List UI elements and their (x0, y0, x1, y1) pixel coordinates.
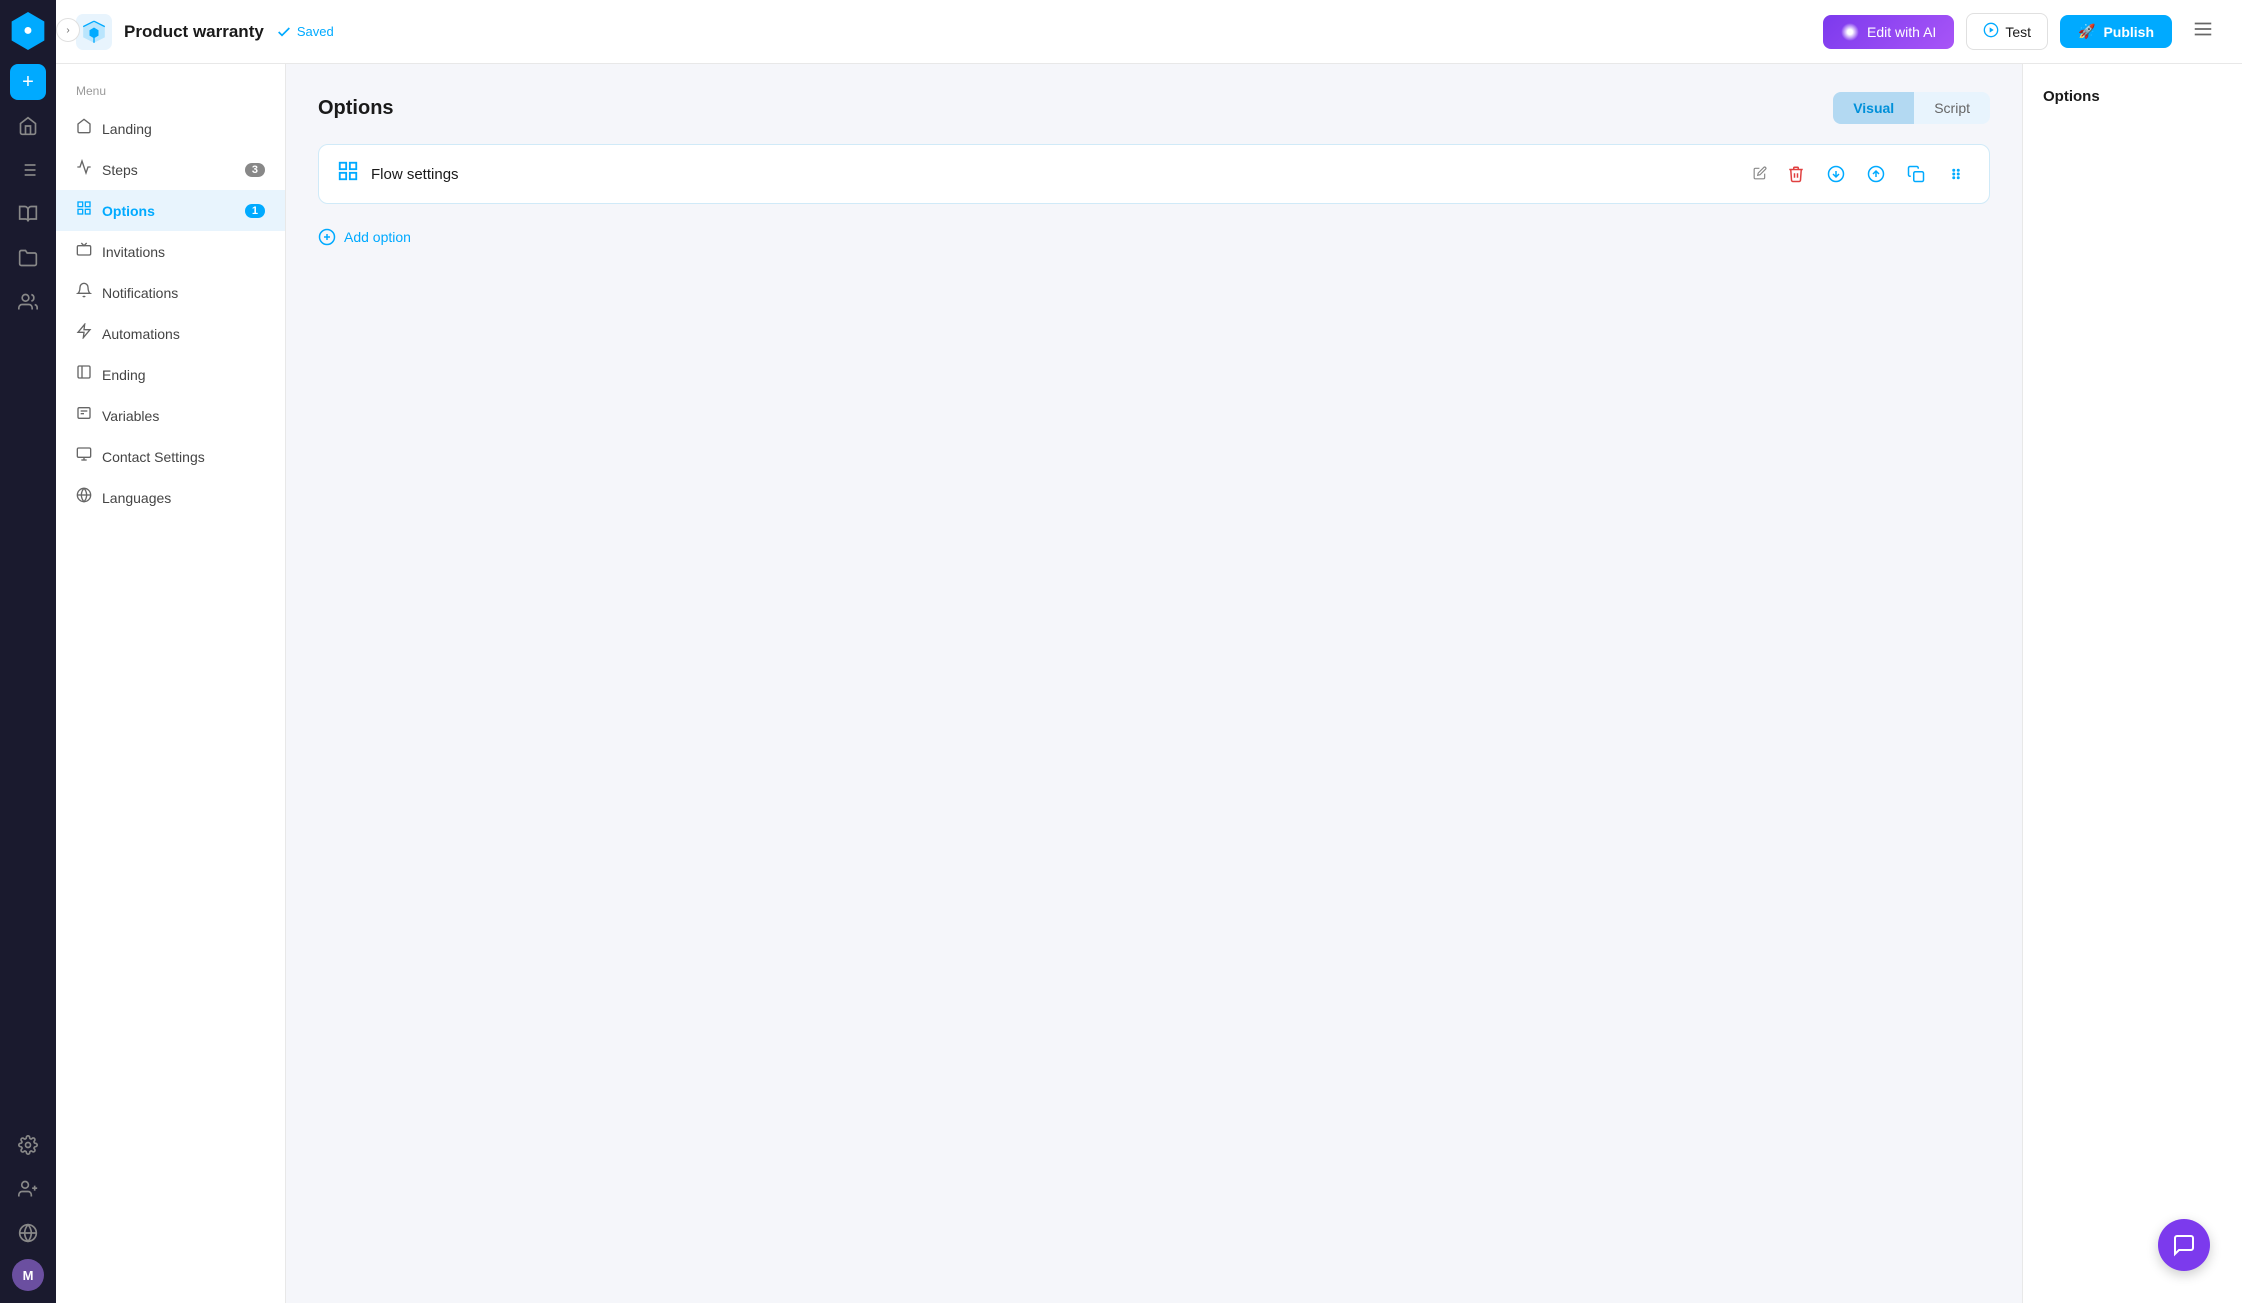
steps-icon (76, 159, 92, 180)
avatar[interactable]: M (12, 1259, 44, 1291)
header-logo (76, 14, 112, 50)
list-icon[interactable] (10, 152, 46, 188)
test-label: Test (2005, 24, 2031, 40)
sidebar-item-options[interactable]: Options 1 (56, 190, 285, 231)
book-icon[interactable] (10, 196, 46, 232)
automations-label: Automations (102, 326, 180, 342)
sidebar-item-languages[interactable]: Languages (56, 477, 285, 518)
duplicate-button[interactable] (1901, 159, 1931, 189)
tab-visual[interactable]: Visual (1833, 92, 1914, 124)
right-panel-title: Options (2043, 88, 2222, 105)
flow-settings-title: Flow settings (371, 166, 1739, 183)
saved-label: Saved (297, 24, 334, 39)
variables-label: Variables (102, 408, 159, 424)
landing-icon (76, 118, 92, 139)
ai-sparkle-icon (1841, 23, 1859, 41)
contacts-icon[interactable] (10, 284, 46, 320)
flow-card-actions (1781, 159, 1971, 189)
automations-icon (76, 323, 92, 344)
invitations-label: Invitations (102, 244, 165, 260)
steps-label: Steps (102, 162, 138, 178)
delete-flow-button[interactable] (1781, 159, 1811, 189)
home-icon[interactable] (10, 108, 46, 144)
play-icon (1983, 22, 1999, 41)
options-icon (76, 200, 92, 221)
collapse-sidebar-button[interactable]: › (56, 18, 80, 42)
notifications-icon (76, 282, 92, 303)
variables-icon (76, 405, 92, 426)
header: Product warranty Saved Edit with AI Test… (56, 0, 2242, 64)
edit-flow-settings-button[interactable] (1751, 164, 1769, 185)
flow-settings-icon (337, 160, 359, 188)
edit-with-ai-button[interactable]: Edit with AI (1823, 15, 1954, 49)
panel-title: Options (318, 97, 394, 120)
ending-icon (76, 364, 92, 385)
globe-icon[interactable] (10, 1215, 46, 1251)
page-title: Product warranty (124, 22, 264, 42)
move-up-button[interactable] (1861, 159, 1891, 189)
tab-script[interactable]: Script (1914, 92, 1990, 124)
publish-button[interactable]: 🚀 Publish (2060, 15, 2172, 48)
main-panel: Options Visual Script Flow settings (286, 64, 2022, 1303)
rocket-icon: 🚀 (2078, 23, 2095, 40)
panel-header: Options Visual Script (318, 92, 1990, 124)
chat-support-button[interactable] (2158, 1219, 2210, 1271)
sidebar-item-notifications[interactable]: Notifications (56, 272, 285, 313)
test-button[interactable]: Test (1966, 13, 2048, 50)
hamburger-menu-button[interactable] (2184, 14, 2222, 50)
contact-settings-icon (76, 446, 92, 467)
options-label: Options (102, 203, 155, 219)
add-new-button[interactable]: + (10, 64, 46, 100)
sidebar-item-variables[interactable]: Variables (56, 395, 285, 436)
folder-icon[interactable] (10, 240, 46, 276)
ending-label: Ending (102, 367, 146, 383)
rail-bottom: M (10, 1127, 46, 1291)
drag-handle-button[interactable] (1941, 159, 1971, 189)
sidebar-item-contact-settings[interactable]: Contact Settings (56, 436, 285, 477)
main-container: Product warranty Saved Edit with AI Test… (56, 0, 2242, 1303)
content-area: Menu Landing Steps 3 Options 1 (56, 64, 2242, 1303)
sidebar-item-ending[interactable]: Ending (56, 354, 285, 395)
sidebar-item-automations[interactable]: Automations (56, 313, 285, 354)
menu-label: Menu (56, 84, 285, 108)
sidebar-item-landing[interactable]: Landing (56, 108, 285, 149)
right-panel: Options (2022, 64, 2242, 1303)
edit-ai-label: Edit with AI (1867, 24, 1936, 40)
tab-group: Visual Script (1833, 92, 1990, 124)
languages-icon (76, 487, 92, 508)
invitations-icon (76, 241, 92, 262)
sidebar-item-invitations[interactable]: Invitations (56, 231, 285, 272)
header-actions: Edit with AI Test 🚀 Publish (1823, 13, 2222, 50)
steps-badge: 3 (245, 163, 265, 177)
flow-settings-card: Flow settings (318, 144, 1990, 204)
contact-settings-label: Contact Settings (102, 449, 205, 465)
add-option-button[interactable]: Add option (318, 220, 1990, 254)
app-logo: ● (9, 12, 47, 50)
add-user-icon[interactable] (10, 1171, 46, 1207)
add-option-label: Add option (344, 229, 411, 245)
saved-status: Saved (276, 24, 334, 40)
sidebar-item-steps[interactable]: Steps 3 (56, 149, 285, 190)
settings-icon[interactable] (10, 1127, 46, 1163)
languages-label: Languages (102, 490, 171, 506)
move-down-button[interactable] (1821, 159, 1851, 189)
notifications-label: Notifications (102, 285, 178, 301)
landing-label: Landing (102, 121, 152, 137)
publish-label: Publish (2103, 24, 2154, 40)
options-badge: 1 (245, 204, 265, 218)
icon-rail: ● + (0, 0, 56, 1303)
left-sidebar: Menu Landing Steps 3 Options 1 (56, 64, 286, 1303)
